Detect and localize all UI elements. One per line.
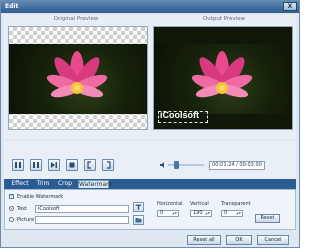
text-radio-label: Text — [17, 206, 28, 212]
stop-button[interactable] — [66, 159, 78, 171]
tab-effect[interactable]: Effect — [10, 180, 30, 188]
folder-icon — [135, 218, 142, 223]
bracket-right-icon — [107, 161, 111, 169]
lotus-flower-icon — [191, 51, 253, 98]
preview-area: Original Preview Output Preview iCoolsof… — [4, 15, 296, 149]
transparent-label: Transparent — [221, 201, 251, 207]
picture-path-input[interactable] — [35, 216, 129, 224]
playback-controls: 00:01:24 / 00:03:00 — [4, 141, 296, 179]
output-preview-title: Output Preview — [202, 16, 246, 22]
ok-button[interactable]: OK — [226, 235, 252, 245]
flower-image — [9, 44, 147, 114]
pause-button[interactable] — [30, 159, 42, 171]
watermark-text-input[interactable]: iCoolsoft — [35, 205, 129, 213]
original-preview-title: Original Preview — [53, 16, 99, 22]
title-bar: Edit X — [1, 1, 299, 13]
picture-radio-label: Picture — [17, 217, 35, 223]
end-mark-button[interactable] — [102, 159, 114, 171]
tab-watermark[interactable]: Watermark — [78, 180, 112, 188]
vertical-spinner[interactable]: 190 — [190, 210, 212, 217]
next-frame-icon — [51, 162, 57, 168]
window-title: Edit — [5, 3, 19, 10]
cancel-button[interactable]: Cancel — [257, 235, 289, 245]
time-display: 00:01:24 / 00:03:00 — [209, 161, 265, 170]
pause-icon — [33, 162, 39, 168]
watermark-preview-text: iCoolsoft — [160, 110, 199, 120]
picture-radio[interactable] — [9, 217, 14, 222]
font-t-icon — [135, 204, 142, 210]
transparent-spinner[interactable]: 0 — [221, 210, 243, 217]
start-mark-button[interactable] — [84, 159, 96, 171]
reset-button[interactable]: Reset — [255, 214, 280, 223]
play-button[interactable] — [12, 159, 24, 171]
play-pause-icon — [15, 162, 21, 168]
edit-tabs: Effect Trim Crop Watermark — [4, 179, 296, 189]
text-radio[interactable] — [9, 206, 14, 211]
close-button[interactable]: X — [283, 2, 297, 11]
browse-picture-button[interactable] — [133, 215, 144, 225]
output-preview-pane: iCoolsoft — [153, 26, 293, 130]
tab-trim[interactable]: Trim — [34, 180, 52, 188]
lotus-flower-icon — [46, 51, 108, 98]
tab-crop[interactable]: Crop — [56, 180, 74, 188]
next-frame-button[interactable] — [48, 159, 60, 171]
enable-watermark-label: Enable Watermark — [17, 194, 64, 200]
volume-thumb[interactable] — [174, 161, 179, 169]
reset-all-button[interactable]: Reset all — [187, 235, 221, 245]
edit-dialog: Edit X Original Preview Output Preview i… — [0, 0, 300, 248]
font-settings-button[interactable] — [133, 202, 144, 212]
flower-image — [154, 44, 292, 114]
horizontal-spinner[interactable]: 0 — [157, 210, 179, 217]
volume-icon[interactable] — [159, 161, 167, 169]
vertical-label: Vertical — [190, 201, 209, 207]
enable-watermark-checkbox[interactable] — [9, 193, 14, 199]
bracket-left-icon — [87, 161, 91, 169]
original-preview-pane — [8, 26, 148, 130]
horizontal-label: Horizontal — [157, 201, 183, 207]
watermark-panel: Enable Watermark Text iCoolsoft Picture … — [4, 189, 296, 230]
stop-icon — [69, 162, 75, 168]
